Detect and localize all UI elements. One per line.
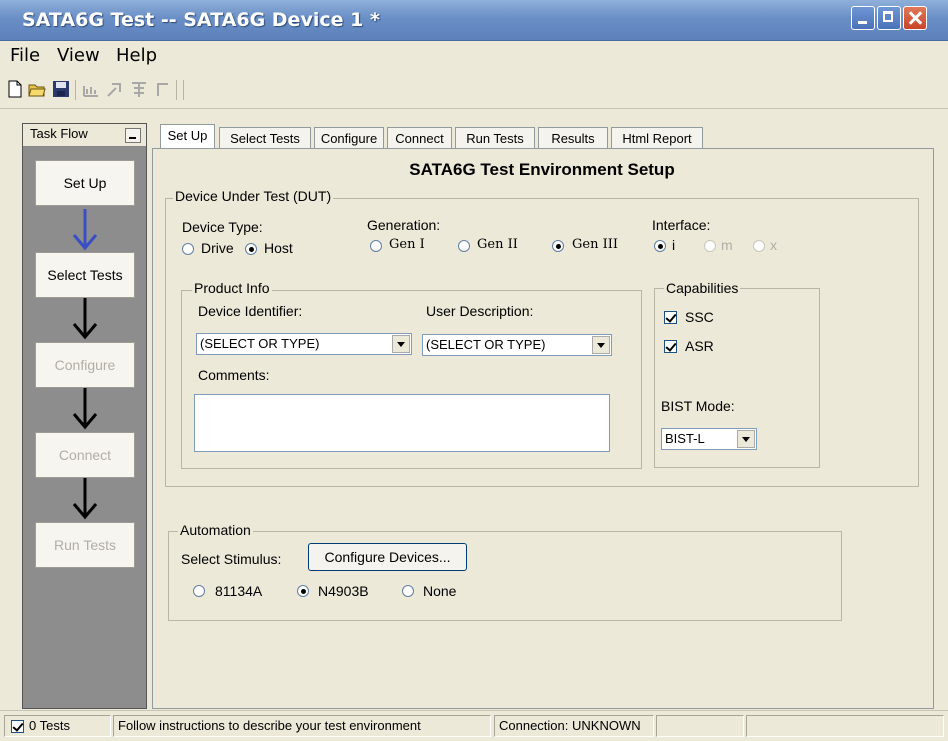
generation-gen1-radio[interactable] [370, 240, 382, 252]
tab-html-report[interactable]: Html Report [611, 127, 703, 149]
capabilities-label: Capabilities [664, 280, 741, 296]
generation-label: Generation: [367, 217, 441, 233]
generation-gen2-label: Gen II [477, 237, 518, 252]
export-icon[interactable] [106, 80, 124, 98]
task-flow-header: Task Flow [23, 124, 146, 147]
task-flow-pane: Task Flow Set Up Select Tests Configure … [22, 123, 147, 709]
status-message: Follow instructions to describe your tes… [113, 715, 491, 737]
generation-gen2-radio[interactable] [458, 240, 470, 252]
bist-mode-select[interactable]: BIST-L [661, 428, 757, 450]
interface-x-radio[interactable] [753, 240, 765, 252]
taskflow-step-setup[interactable]: Set Up [35, 160, 135, 206]
tab-select-tests[interactable]: Select Tests [219, 127, 311, 149]
ssc-label: SSC [685, 309, 714, 325]
device-type-label: Device Type: [182, 219, 263, 235]
grid-icon[interactable] [130, 80, 148, 98]
comments-field[interactable] [194, 394, 610, 452]
taskflow-step-configure[interactable]: Configure [35, 342, 135, 388]
arrow-down-icon [72, 209, 98, 251]
interface-i-radio[interactable] [654, 240, 666, 252]
device-identifier-combo[interactable]: (SELECT OR TYPE) [196, 333, 412, 355]
stimulus-n4903b-label: N4903B [318, 583, 369, 599]
tab-setup[interactable]: Set Up [160, 124, 215, 150]
title-bar: SATA6G Test -- SATA6G Device 1 * [0, 0, 948, 41]
taskflow-step-connect[interactable]: Connect [35, 432, 135, 478]
task-flow-title: Task Flow [30, 126, 88, 141]
bist-mode-value: BIST-L [665, 431, 705, 446]
status-panel-empty [656, 715, 744, 737]
asr-checkbox[interactable] [664, 340, 677, 353]
taskflow-step-select-tests[interactable]: Select Tests [35, 252, 135, 298]
automation-group [168, 531, 842, 621]
interface-x-label: x [770, 237, 777, 253]
toolbar [0, 72, 948, 109]
device-type-drive-label: Drive [201, 240, 234, 256]
taskflow-step-run-tests[interactable]: Run Tests [35, 522, 135, 568]
tab-results[interactable]: Results [538, 127, 608, 149]
menu-view[interactable]: View [57, 45, 100, 66]
tab-connect[interactable]: Connect [387, 127, 452, 149]
chart-icon[interactable] [82, 80, 100, 98]
device-identifier-value: (SELECT OR TYPE) [200, 336, 320, 351]
connection-status: Connection: UNKNOWN [494, 715, 654, 737]
automation-label: Automation [178, 522, 253, 538]
user-description-value: (SELECT OR TYPE) [426, 337, 546, 352]
status-bar: 0 Tests Follow instructions to describe … [0, 710, 948, 741]
menu-help[interactable]: Help [116, 45, 157, 66]
interface-m-label: m [721, 237, 733, 253]
open-folder-icon[interactable] [28, 80, 46, 98]
ssc-checkbox[interactable] [664, 311, 677, 324]
device-type-host-radio[interactable] [245, 243, 257, 255]
generation-gen1-label: Gen I [389, 237, 425, 252]
stimulus-none-label: None [423, 583, 457, 599]
user-description-combo[interactable]: (SELECT OR TYPE) [422, 334, 612, 356]
tests-count-panel: 0 Tests [4, 715, 111, 737]
stimulus-n4903b-radio[interactable] [297, 585, 309, 597]
tab-run-tests[interactable]: Run Tests [455, 127, 535, 149]
toolbar-separator [75, 80, 76, 100]
stimulus-none-radio[interactable] [402, 585, 414, 597]
stimulus-81134a-radio[interactable] [193, 585, 205, 597]
tab-configure[interactable]: Configure [314, 127, 384, 149]
toolbar-separator [183, 80, 184, 100]
arrow-down-icon [72, 388, 98, 430]
stimulus-81134a-label: 81134A [215, 583, 263, 599]
arrow-down-icon [72, 478, 98, 520]
maximize-button[interactable] [877, 6, 901, 30]
dut-group-label: Device Under Test (DUT) [173, 188, 334, 204]
task-flow-minimize-button[interactable] [125, 128, 141, 143]
chevron-down-icon[interactable] [392, 335, 410, 353]
page-title: SATA6G Test Environment Setup [409, 160, 675, 179]
close-button[interactable] [903, 6, 927, 30]
user-description-label: User Description: [426, 303, 534, 319]
bist-mode-label: BIST Mode: [661, 398, 735, 414]
tests-count: 0 Tests [29, 718, 70, 733]
chevron-down-icon[interactable] [737, 430, 755, 448]
interface-i-label: i [672, 237, 676, 253]
new-file-icon[interactable] [6, 80, 24, 98]
configure-devices-button[interactable]: Configure Devices... [308, 543, 467, 571]
minimize-button[interactable] [851, 6, 875, 30]
menu-file[interactable]: File [10, 45, 40, 66]
status-panel-empty [746, 715, 944, 737]
device-type-drive-radio[interactable] [182, 243, 194, 255]
menu-bar: File View Help [0, 41, 948, 69]
asr-label: ASR [685, 338, 714, 354]
save-icon[interactable] [52, 80, 70, 98]
generation-gen3-radio[interactable] [552, 240, 564, 252]
interface-m-radio[interactable] [704, 240, 716, 252]
toolbar-separator [176, 80, 177, 100]
generation-gen3-label: Gen III [572, 237, 618, 252]
step-icon[interactable] [154, 80, 172, 98]
comments-label: Comments: [198, 367, 270, 383]
product-info-label: Product Info [192, 280, 272, 296]
device-identifier-label: Device Identifier: [198, 303, 303, 319]
chevron-down-icon[interactable] [592, 336, 610, 354]
arrow-down-icon [72, 298, 98, 340]
device-type-host-label: Host [264, 240, 293, 256]
select-stimulus-label: Select Stimulus: [181, 551, 282, 567]
interface-label: Interface: [652, 217, 711, 233]
window-title: SATA6G Test -- SATA6G Device 1 * [22, 9, 380, 31]
tests-checkbox[interactable] [11, 720, 24, 733]
